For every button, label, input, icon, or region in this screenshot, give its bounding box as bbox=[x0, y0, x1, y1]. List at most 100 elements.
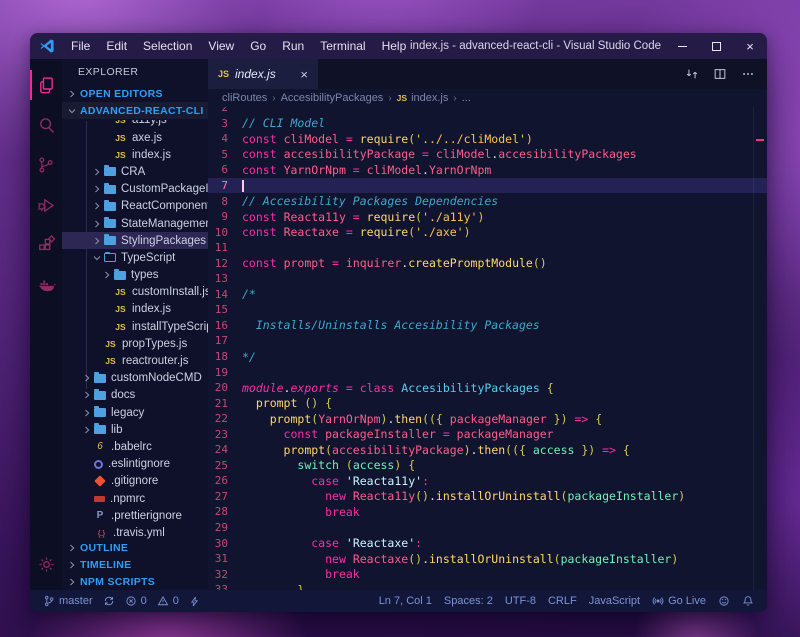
code-line-13[interactable]: 13 bbox=[208, 271, 767, 287]
explorer-icon[interactable] bbox=[30, 65, 62, 105]
menu-view[interactable]: View bbox=[200, 33, 242, 59]
menu-help[interactable]: Help bbox=[374, 33, 415, 59]
maximize-button[interactable] bbox=[699, 33, 733, 59]
tree-item-reactrouter-js[interactable]: JSreactrouter.js bbox=[62, 352, 208, 369]
tree-item-lib[interactable]: lib bbox=[62, 421, 208, 438]
code-line-26[interactable]: 26 case 'Reacta11y': bbox=[208, 473, 767, 489]
tab-indexjs[interactable]: JS index.js × bbox=[208, 59, 318, 89]
code-line-19[interactable]: 19 bbox=[208, 364, 767, 380]
code-area[interactable]: 23// CLI Model4const cliModel = require(… bbox=[208, 107, 767, 590]
sync-button[interactable] bbox=[98, 595, 120, 607]
tree-item-a11y-js[interactable]: JSa11y.js bbox=[62, 120, 208, 129]
tree-item--prettierignore[interactable]: P.prettierignore bbox=[62, 507, 208, 524]
minimize-button[interactable] bbox=[665, 33, 699, 59]
code-line-5[interactable]: 5const accesibilityPackage = cliModel.ac… bbox=[208, 147, 767, 163]
open-changes-icon[interactable] bbox=[685, 67, 699, 81]
errors-indicator[interactable]: 0 bbox=[120, 595, 152, 607]
tree-item-proptypes-js[interactable]: JSpropTypes.js bbox=[62, 335, 208, 352]
split-editor-icon[interactable] bbox=[713, 67, 727, 81]
panel-timeline[interactable]: TIMELINE bbox=[62, 556, 208, 573]
tree-item-reactcomponent[interactable]: ReactComponent bbox=[62, 198, 208, 215]
menu-run[interactable]: Run bbox=[274, 33, 312, 59]
menu-file[interactable]: File bbox=[63, 33, 98, 59]
code-line-33[interactable]: 33 } bbox=[208, 582, 767, 590]
tab-close-icon[interactable]: × bbox=[300, 67, 308, 82]
eol-sequence[interactable]: CRLF bbox=[543, 595, 582, 607]
code-line-32[interactable]: 32 break bbox=[208, 566, 767, 582]
code-line-28[interactable]: 28 break bbox=[208, 504, 767, 520]
code-line-30[interactable]: 30 case 'Reactaxe': bbox=[208, 535, 767, 551]
source-control-icon[interactable] bbox=[30, 145, 62, 185]
project-root-section[interactable]: ADVANCED-REACT-CLI bbox=[62, 102, 208, 119]
cursor-position[interactable]: Ln 7, Col 1 bbox=[374, 595, 437, 607]
code-line-20[interactable]: 20module.exports = class AccesibilityPac… bbox=[208, 380, 767, 396]
search-icon[interactable] bbox=[30, 105, 62, 145]
open-editors-section[interactable]: OPEN EDITORS bbox=[62, 85, 208, 102]
encoding[interactable]: UTF-8 bbox=[500, 595, 541, 607]
code-line-17[interactable]: 17 bbox=[208, 333, 767, 349]
more-actions-icon[interactable] bbox=[741, 67, 755, 81]
tree-item--gitignore[interactable]: .gitignore bbox=[62, 473, 208, 490]
tree-item--travis-yml[interactable]: {..}.travis.yml bbox=[62, 524, 208, 539]
go-live-button[interactable]: Go Live bbox=[647, 595, 711, 607]
extensions-icon[interactable] bbox=[30, 225, 62, 265]
breadcrumb-item--[interactable]: ... bbox=[462, 92, 471, 104]
code-line-25[interactable]: 25 switch (access) { bbox=[208, 458, 767, 474]
code-line-3[interactable]: 3// CLI Model bbox=[208, 116, 767, 132]
code-line-27[interactable]: 27 new Reacta11y().installOrUninstall(pa… bbox=[208, 489, 767, 505]
settings-icon[interactable] bbox=[30, 544, 62, 584]
tree-item-installtypescrip-[interactable]: JSinstallTypeScrip... bbox=[62, 318, 208, 335]
breadcrumb-item-cliroutes[interactable]: cliRoutes bbox=[222, 92, 267, 104]
menu-go[interactable]: Go bbox=[242, 33, 274, 59]
code-line-29[interactable]: 29 bbox=[208, 520, 767, 536]
menu-terminal[interactable]: Terminal bbox=[312, 33, 373, 59]
code-line-12[interactable]: 12const prompt = inquirer.createPromptMo… bbox=[208, 255, 767, 271]
tree-item-customnodecmd[interactable]: customNodeCMD bbox=[62, 370, 208, 387]
code-line-6[interactable]: 6const YarnOrNpm = cliModel.YarnOrNpm bbox=[208, 162, 767, 178]
menu-selection[interactable]: Selection bbox=[135, 33, 200, 59]
notifications-bell[interactable] bbox=[737, 595, 759, 607]
code-line-23[interactable]: 23 const packageInstaller = packageManag… bbox=[208, 426, 767, 442]
code-line-18[interactable]: 18*/ bbox=[208, 349, 767, 365]
run-debug-icon[interactable] bbox=[30, 185, 62, 225]
indentation[interactable]: Spaces: 2 bbox=[439, 595, 498, 607]
tree-item-custominstall-js[interactable]: JScustomInstall.js bbox=[62, 284, 208, 301]
code-line-4[interactable]: 4const cliModel = require('../../cliMode… bbox=[208, 131, 767, 147]
panel-npm-scripts[interactable]: NPM SCRIPTS bbox=[62, 573, 208, 590]
code-line-22[interactable]: 22 prompt(YarnOrNpm).then(({ packageMana… bbox=[208, 411, 767, 427]
branch-indicator[interactable]: master bbox=[38, 595, 98, 607]
language-mode[interactable]: JavaScript bbox=[584, 595, 645, 607]
code-line-31[interactable]: 31 new Reactaxe().installOrUninstall(pac… bbox=[208, 551, 767, 567]
tree-item-index-js[interactable]: JSindex.js bbox=[62, 146, 208, 163]
breadcrumb-item-index-js[interactable]: JSindex.js bbox=[397, 92, 449, 104]
code-line-11[interactable]: 11 bbox=[208, 240, 767, 256]
code-line-15[interactable]: 15 bbox=[208, 302, 767, 318]
code-line-10[interactable]: 10const Reactaxe = require('./axe') bbox=[208, 224, 767, 240]
docker-icon[interactable] bbox=[30, 265, 62, 305]
code-line-24[interactable]: 24 prompt(accesibilityPackage).then(({ a… bbox=[208, 442, 767, 458]
warnings-indicator[interactable]: 0 bbox=[152, 595, 184, 607]
tree-item--eslintignore[interactable]: .eslintignore bbox=[62, 456, 208, 473]
code-line-7[interactable]: 7 bbox=[208, 178, 767, 194]
tree-item-custompackagei-[interactable]: CustomPackageI... bbox=[62, 181, 208, 198]
tree-item-stylingpackages[interactable]: StylingPackages bbox=[62, 232, 208, 249]
breadcrumb-item-accesibilitypackages[interactable]: AccesibilityPackages bbox=[281, 92, 384, 104]
tree-item-cra[interactable]: CRA bbox=[62, 163, 208, 180]
tree-item-axe-js[interactable]: JSaxe.js bbox=[62, 129, 208, 146]
tree-item--babelrc[interactable]: 6.babelrc bbox=[62, 438, 208, 455]
code-line-9[interactable]: 9const Reacta11y = require('./a11y') bbox=[208, 209, 767, 225]
menu-edit[interactable]: Edit bbox=[98, 33, 135, 59]
code-line-21[interactable]: 21 prompt () { bbox=[208, 395, 767, 411]
panel-outline[interactable]: OUTLINE bbox=[62, 539, 208, 556]
tree-item-docs[interactable]: docs bbox=[62, 387, 208, 404]
tree-item--npmrc[interactable]: .npmrc bbox=[62, 490, 208, 507]
code-line-14[interactable]: 14/* bbox=[208, 287, 767, 303]
code-line-8[interactable]: 8// Accesibility Packages Dependencies bbox=[208, 193, 767, 209]
close-button[interactable]: × bbox=[733, 33, 767, 59]
tree-item-statemanagement[interactable]: StateManagement bbox=[62, 215, 208, 232]
deploy-button[interactable] bbox=[184, 596, 205, 607]
code-line-16[interactable]: 16 Installs/Uninstalls Accesibility Pack… bbox=[208, 318, 767, 334]
feedback-button[interactable] bbox=[713, 595, 735, 607]
tree-item-typescript[interactable]: TypeScript bbox=[62, 249, 208, 266]
tree-item-types[interactable]: types bbox=[62, 267, 208, 284]
